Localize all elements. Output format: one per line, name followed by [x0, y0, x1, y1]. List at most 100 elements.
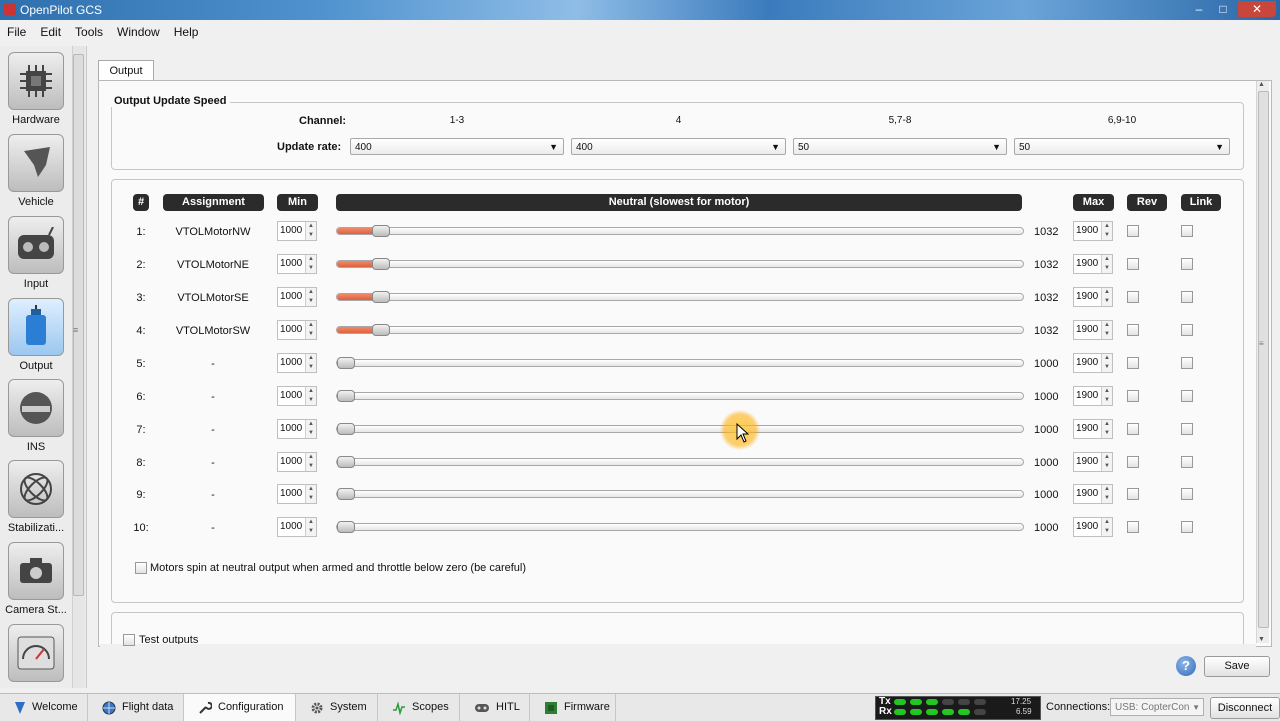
neutral-slider[interactable]: [336, 521, 1024, 533]
scroll-down-icon[interactable]: ▼: [1258, 636, 1265, 643]
slider-handle[interactable]: [337, 357, 355, 369]
link-checkbox[interactable]: [1181, 423, 1193, 435]
neutral-slider[interactable]: [336, 390, 1024, 402]
rev-checkbox[interactable]: [1127, 324, 1139, 336]
mode-gauge[interactable]: [2, 624, 70, 686]
spin-arrows-icon[interactable]: ▲ ▼: [1101, 387, 1112, 405]
spin-arrows-icon[interactable]: ▲ ▼: [1101, 485, 1112, 503]
spin-arrows-icon[interactable]: ▲ ▼: [305, 485, 316, 503]
max-spinbox[interactable]: 1900 ▲ ▼: [1073, 353, 1113, 373]
spin-arrows-icon[interactable]: ▲ ▼: [305, 387, 316, 405]
rev-checkbox[interactable]: [1127, 521, 1139, 533]
spin-arrows-icon[interactable]: ▲ ▼: [305, 255, 316, 273]
min-spinbox[interactable]: 1000 ▲ ▼: [277, 517, 317, 537]
rev-checkbox[interactable]: [1127, 225, 1139, 237]
main-scrollbar[interactable]: ▲ ≡ ▼: [1256, 81, 1269, 643]
slider-handle[interactable]: [372, 258, 391, 270]
menu-file[interactable]: File: [0, 22, 33, 42]
rev-checkbox[interactable]: [1127, 423, 1139, 435]
tab-output[interactable]: Output: [98, 60, 154, 81]
link-checkbox[interactable]: [1181, 488, 1193, 500]
tab-firmware[interactable]: Firmware: [530, 694, 616, 721]
spin-arrows-icon[interactable]: ▲ ▼: [1101, 321, 1112, 339]
spin-arrows-icon[interactable]: ▲ ▼: [305, 453, 316, 471]
main-scroll-thumb[interactable]: [1258, 91, 1269, 628]
scroll-up-icon[interactable]: ▲: [1258, 81, 1265, 88]
min-spinbox[interactable]: 1000 ▲ ▼: [277, 320, 317, 340]
rev-checkbox[interactable]: [1127, 258, 1139, 270]
spin-arrows-icon[interactable]: ▲ ▼: [1101, 255, 1112, 273]
min-spinbox[interactable]: 1000 ▲ ▼: [277, 221, 317, 241]
link-checkbox[interactable]: [1181, 390, 1193, 402]
tab-scopes[interactable]: Scopes: [378, 694, 460, 721]
neutral-slider[interactable]: [336, 488, 1024, 500]
link-checkbox[interactable]: [1181, 521, 1193, 533]
spin-arrows-icon[interactable]: ▲ ▼: [305, 288, 316, 306]
spin-arrows-icon[interactable]: ▲ ▼: [305, 321, 316, 339]
neutral-slider[interactable]: [336, 258, 1024, 270]
spin-arrows-icon[interactable]: ▲ ▼: [1101, 288, 1112, 306]
min-spinbox[interactable]: 1000 ▲ ▼: [277, 386, 317, 406]
rev-checkbox[interactable]: [1127, 390, 1139, 402]
neutral-slider[interactable]: [336, 291, 1024, 303]
motors-spin-checkbox[interactable]: [135, 562, 147, 574]
menu-tools[interactable]: Tools: [68, 22, 110, 42]
rev-checkbox[interactable]: [1127, 456, 1139, 468]
spin-arrows-icon[interactable]: ▲ ▼: [1101, 354, 1112, 372]
slider-handle[interactable]: [372, 225, 391, 237]
tab-welcome[interactable]: Welcome: [0, 694, 88, 721]
max-spinbox[interactable]: 1900 ▲ ▼: [1073, 254, 1113, 274]
tab-hitl[interactable]: HITL: [460, 694, 530, 721]
spin-arrows-icon[interactable]: ▲ ▼: [1101, 420, 1112, 438]
link-checkbox[interactable]: [1181, 225, 1193, 237]
max-spinbox[interactable]: 1900 ▲ ▼: [1073, 419, 1113, 439]
max-spinbox[interactable]: 1900 ▲ ▼: [1073, 484, 1113, 504]
update-rate-select-3[interactable]: 50 ▼: [793, 138, 1007, 155]
rev-checkbox[interactable]: [1127, 357, 1139, 369]
neutral-slider[interactable]: [336, 357, 1024, 369]
spin-arrows-icon[interactable]: ▲ ▼: [305, 354, 316, 372]
min-spinbox[interactable]: 1000 ▲ ▼: [277, 287, 317, 307]
update-rate-select-1[interactable]: 400 ▼: [350, 138, 564, 155]
disconnect-button[interactable]: Disconnect: [1210, 697, 1280, 719]
link-checkbox[interactable]: [1181, 258, 1193, 270]
neutral-slider[interactable]: [336, 324, 1024, 336]
rev-checkbox[interactable]: [1127, 488, 1139, 500]
slider-handle[interactable]: [337, 423, 355, 435]
spin-arrows-icon[interactable]: ▲ ▼: [305, 222, 316, 240]
neutral-slider[interactable]: [336, 225, 1024, 237]
test-outputs-checkbox[interactable]: [123, 634, 135, 646]
help-icon[interactable]: ?: [1176, 656, 1196, 676]
link-checkbox[interactable]: [1181, 291, 1193, 303]
spin-arrows-icon[interactable]: ▲ ▼: [305, 420, 316, 438]
min-spinbox[interactable]: 1000 ▲ ▼: [277, 254, 317, 274]
min-spinbox[interactable]: 1000 ▲ ▼: [277, 353, 317, 373]
max-spinbox[interactable]: 1900 ▲ ▼: [1073, 287, 1113, 307]
max-spinbox[interactable]: 1900 ▲ ▼: [1073, 320, 1113, 340]
link-checkbox[interactable]: [1181, 324, 1193, 336]
minimize-button[interactable]: –: [1187, 1, 1211, 17]
close-button[interactable]: ✕: [1238, 1, 1276, 17]
slider-handle[interactable]: [337, 488, 355, 500]
neutral-slider[interactable]: [336, 456, 1024, 468]
menu-edit[interactable]: Edit: [33, 22, 68, 42]
rev-checkbox[interactable]: [1127, 291, 1139, 303]
tab-flight-data[interactable]: Flight data: [88, 694, 184, 721]
max-spinbox[interactable]: 1900 ▲ ▼: [1073, 517, 1113, 537]
mode-hardware[interactable]: Hardware: [2, 52, 70, 126]
link-checkbox[interactable]: [1181, 456, 1193, 468]
neutral-slider[interactable]: [336, 423, 1024, 435]
maximize-button[interactable]: □: [1211, 1, 1235, 17]
spin-arrows-icon[interactable]: ▲ ▼: [1101, 222, 1112, 240]
menu-window[interactable]: Window: [110, 22, 167, 42]
max-spinbox[interactable]: 1900 ▲ ▼: [1073, 221, 1113, 241]
spin-arrows-icon[interactable]: ▲ ▼: [305, 518, 316, 536]
slider-handle[interactable]: [372, 291, 391, 303]
slider-handle[interactable]: [337, 456, 355, 468]
link-checkbox[interactable]: [1181, 357, 1193, 369]
menu-help[interactable]: Help: [167, 22, 206, 42]
slider-handle[interactable]: [372, 324, 391, 336]
min-spinbox[interactable]: 1000 ▲ ▼: [277, 484, 317, 504]
min-spinbox[interactable]: 1000 ▲ ▼: [277, 452, 317, 472]
slider-handle[interactable]: [337, 521, 355, 533]
